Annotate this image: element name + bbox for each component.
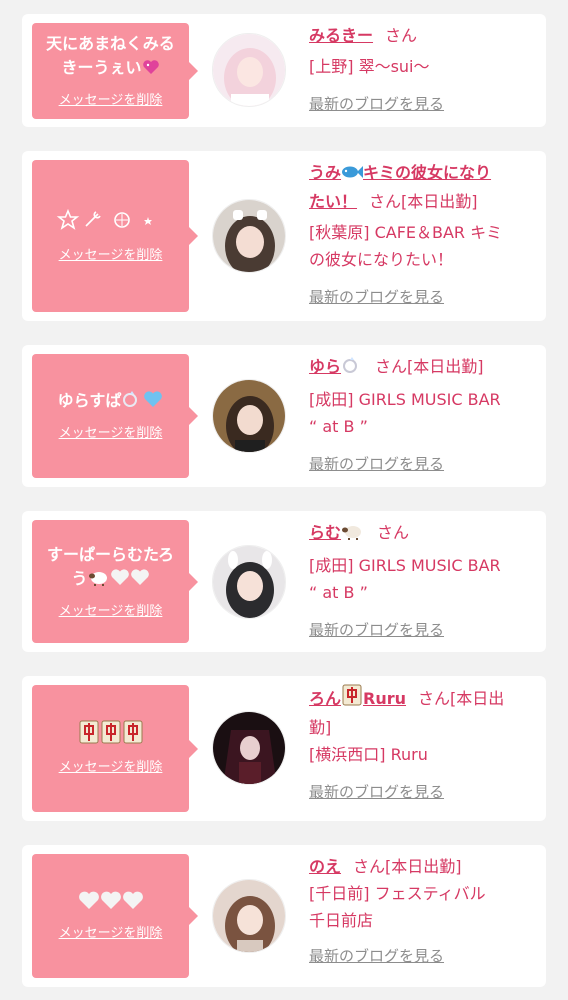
blue-heart-icon	[143, 390, 163, 415]
shop-text: [秋葉原] CAFE＆BAR キミ の彼女になりたい！	[309, 223, 503, 269]
profile-name-link[interactable]: ろん Ruru	[309, 684, 406, 708]
avatar[interactable]	[212, 199, 286, 273]
delete-message-link[interactable]: メッセージを削除	[59, 603, 163, 621]
delete-message-link[interactable]: メッセージを削除	[59, 925, 163, 943]
message-bubble: ゆらすぱ メッセージを削除	[32, 354, 198, 478]
profile-info: ろん Ruru さん[本日出 勤] [横浜西口] Ruru 最新のブログを見る	[309, 684, 539, 806]
white-heart-icon	[100, 890, 122, 917]
avatar[interactable]	[212, 711, 286, 785]
white-heart-icon	[130, 568, 150, 593]
ring-icon	[341, 355, 363, 382]
mahjong-tile-icon	[78, 720, 100, 751]
message-text	[78, 890, 144, 917]
message-card: メッセージを削除 うみ キミの彼女になり たい！ さん[本日出勤] [秋葉原] CA…	[22, 151, 546, 321]
profile-info: のえ さん[本日出勤] [千日前] フェスティバル 千日前店 最新のブログを見る	[309, 853, 539, 970]
white-heart-icon	[122, 890, 144, 917]
mahjong-tile-icon	[341, 684, 363, 714]
shop-text: [横浜西口] Ruru	[309, 745, 428, 764]
white-heart-icon	[78, 890, 100, 917]
status-text: [本日出	[450, 689, 505, 708]
latest-blog-link[interactable]: 最新のブログを見る	[309, 284, 444, 311]
delete-message-link[interactable]: メッセージを削除	[59, 759, 163, 777]
message-card: すーぱーらむたろ う メッセージを削除 らむ さん [成田] GIRLS MUSI…	[22, 511, 546, 652]
message-bubble: メッセージを削除	[32, 685, 198, 812]
message-card: メッセージを削除 のえ さん[本日出勤] [千日前] フェスティバル 千日前店 最…	[22, 845, 546, 987]
message-text: 天にあまねくみる きーうぇい	[46, 32, 175, 82]
avatar[interactable]	[212, 33, 286, 107]
message-bubble: 天にあまねくみる きーうぇい メッセージを削除	[32, 23, 198, 119]
profile-name-link[interactable]: のえ	[309, 857, 341, 876]
shop-text: [上野] 翠〜sui〜	[309, 57, 430, 76]
latest-blog-link[interactable]: 最新のブログを見る	[309, 91, 444, 118]
status-text: [本日出勤]	[407, 357, 484, 376]
profile-info: ゆら さん[本日出勤] [成田] GIRLS MUSIC BAR “ at B ”…	[309, 353, 539, 478]
white-heart-icon	[110, 568, 130, 593]
ring-icon	[121, 390, 143, 415]
profile-name-link[interactable]: ゆら	[309, 357, 363, 376]
message-bubble: メッセージを削除	[32, 160, 198, 312]
sparkle-heart-icon	[142, 58, 160, 82]
message-text: すーぱーらむたろ う	[47, 543, 174, 593]
mahjong-tile-icon	[100, 720, 122, 751]
status-text: [本日出勤]	[401, 192, 478, 211]
shop-text: [千日前] フェスティバル 千日前店	[309, 884, 486, 930]
profile-info: うみ キミの彼女になり たい！ さん[本日出勤] [秋葉原] CAFE＆BAR キミ…	[309, 159, 539, 311]
profile-name-link[interactable]: みるきー	[309, 26, 373, 45]
profile-name-link[interactable]: らむ	[309, 523, 365, 542]
latest-blog-link[interactable]: 最新のブログを見る	[309, 943, 444, 970]
message-text: ゆらすぱ	[58, 389, 164, 415]
mahjong-tile-icon	[122, 720, 144, 751]
shop-text: [成田] GIRLS MUSIC BAR “ at B ”	[309, 556, 501, 602]
message-bubble: メッセージを削除	[32, 854, 198, 978]
profile-info: みるきー さん [上野] 翠〜sui〜 最新のブログを見る	[309, 22, 539, 118]
avatar[interactable]	[212, 879, 286, 953]
star-wand-decoration-icon	[56, 208, 166, 237]
fish-icon	[341, 161, 364, 188]
profile-info: らむ さん [成田] GIRLS MUSIC BAR “ at B ” 最新のブロ…	[309, 519, 539, 644]
latest-blog-link[interactable]: 最新のブログを見る	[309, 451, 444, 478]
profile-name-link-cont[interactable]: たい！	[309, 192, 357, 211]
delete-message-link[interactable]: メッセージを削除	[59, 425, 163, 443]
latest-blog-link[interactable]: 最新のブログを見る	[309, 779, 444, 806]
message-text	[56, 208, 166, 237]
sheep-icon	[88, 568, 110, 593]
message-text	[78, 720, 144, 751]
shop-text: [成田] GIRLS MUSIC BAR “ at B ”	[309, 390, 501, 436]
latest-blog-link[interactable]: 最新のブログを見る	[309, 617, 444, 644]
message-card: 天にあまねくみる きーうぇい メッセージを削除 みるきー さん [上野] 翠〜su…	[22, 14, 546, 127]
avatar[interactable]	[212, 379, 286, 453]
delete-message-link[interactable]: メッセージを削除	[59, 247, 163, 265]
message-card: メッセージを削除 ろん Ruru さん[本日出 勤] [横浜西口] Ruru 最新の…	[22, 676, 546, 821]
delete-message-link[interactable]: メッセージを削除	[59, 92, 163, 110]
status-text: [本日出勤]	[385, 857, 462, 876]
profile-name-link[interactable]: うみ キミの彼女になり	[309, 163, 491, 182]
message-card: ゆらすぱ メッセージを削除 ゆら さん[本日出勤] [成田] GIRLS MUSI…	[22, 345, 546, 487]
status-text-cont: 勤]	[309, 718, 332, 737]
sheep-icon	[341, 521, 365, 548]
message-bubble: すーぱーらむたろ う メッセージを削除	[32, 520, 198, 643]
avatar[interactable]	[212, 545, 286, 619]
